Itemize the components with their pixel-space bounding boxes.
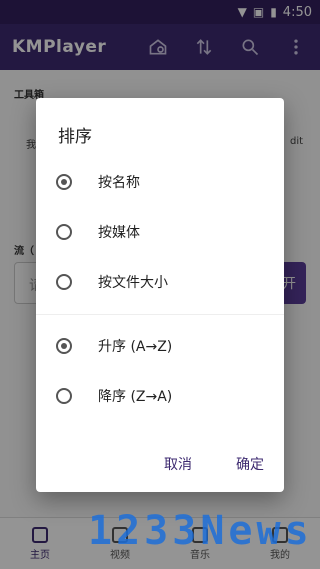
option-label: 按名称 bbox=[98, 175, 140, 191]
dialog-title: 排序 bbox=[58, 127, 92, 147]
radio-unchecked-icon[interactable] bbox=[56, 388, 72, 404]
dialog-divider bbox=[36, 314, 284, 315]
radio-unchecked-icon[interactable] bbox=[56, 274, 72, 290]
radio-unchecked-icon[interactable] bbox=[56, 224, 72, 240]
watermark-logo: 1233News bbox=[88, 508, 313, 554]
option-label: 按文件大小 bbox=[98, 275, 168, 291]
sort-dialog: 排序 按名称 按媒体 按文件大小 升序 (A→Z) 降序 (Z→A) 取消 确定 bbox=[36, 98, 284, 492]
radio-checked-icon[interactable] bbox=[56, 338, 72, 354]
sort-by-media-option[interactable]: 按媒体 bbox=[56, 214, 276, 250]
sort-by-name-option[interactable]: 按名称 bbox=[56, 164, 276, 200]
ok-button[interactable]: 确定 bbox=[236, 454, 264, 474]
order-ascending-option[interactable]: 升序 (A→Z) bbox=[56, 328, 276, 364]
order-descending-option[interactable]: 降序 (Z→A) bbox=[56, 378, 276, 414]
option-label: 升序 (A→Z) bbox=[98, 339, 173, 355]
radio-checked-icon[interactable] bbox=[56, 174, 72, 190]
cancel-button[interactable]: 取消 bbox=[164, 454, 192, 474]
option-label: 按媒体 bbox=[98, 225, 140, 241]
sort-by-size-option[interactable]: 按文件大小 bbox=[56, 264, 276, 300]
option-label: 降序 (Z→A) bbox=[98, 389, 173, 405]
